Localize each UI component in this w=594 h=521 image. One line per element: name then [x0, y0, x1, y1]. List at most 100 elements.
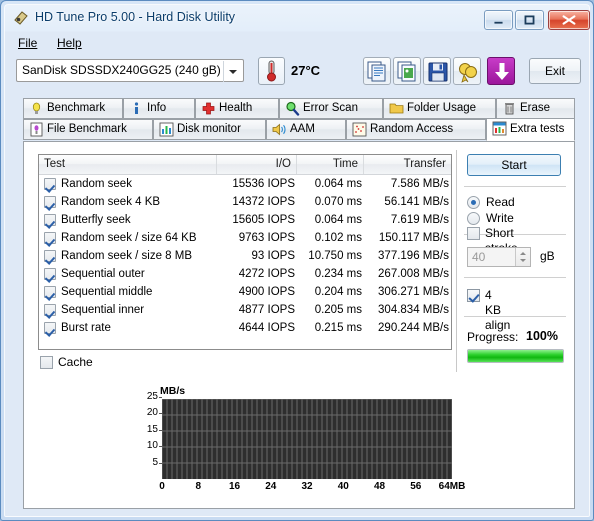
- title-bar[interactable]: HD Tune Pro 5.00 - Hard Disk Utility: [5, 5, 591, 31]
- radio-write[interactable]: [467, 212, 480, 225]
- chart-x-tick-label: 0: [159, 481, 165, 492]
- chart-y-tick-mark: [159, 446, 162, 448]
- red-cross-icon: [201, 101, 216, 116]
- bar-chart-icon: [159, 122, 174, 137]
- short-stroke-stepper[interactable]: 40: [467, 247, 531, 267]
- tab-random-access[interactable]: Random Access: [346, 119, 486, 140]
- copy-text-icon[interactable]: [363, 57, 391, 85]
- table-row[interactable]: Sequential inner 4877 IOPS 0.205 ms 304.834…: [39, 301, 451, 319]
- application-window: HD Tune Pro 5.00 - Hard Disk Utility Fil…: [0, 0, 594, 521]
- cell-io: 4644 IOPS: [238, 322, 295, 334]
- chart-y-tick-label: 25: [146, 391, 158, 402]
- tab-disk-monitor[interactable]: Disk monitor: [153, 119, 266, 140]
- row-checkbox[interactable]: [44, 304, 56, 316]
- stepper-down-icon[interactable]: [520, 259, 526, 262]
- exit-button[interactable]: Exit: [529, 58, 581, 84]
- chart-y-tick-label: 20: [146, 407, 158, 419]
- chart-x-tick-label: 56: [410, 481, 422, 492]
- hdtune-app-icon: [13, 10, 29, 26]
- row-checkbox[interactable]: [44, 232, 56, 244]
- align-checkbox[interactable]: [467, 289, 480, 302]
- row-checkbox[interactable]: [44, 250, 56, 262]
- cell-transfer: 56.141 MB/s: [384, 196, 449, 208]
- row-checkbox[interactable]: [44, 196, 56, 208]
- tab-extra-tests-label: Extra tests: [510, 123, 565, 135]
- short-stroke-checkbox[interactable]: [467, 227, 480, 240]
- radio-read[interactable]: [467, 196, 480, 209]
- maximize-button[interactable]: [515, 10, 544, 30]
- table-row[interactable]: Random seek 4 KB 14372 IOPS 0.070 ms 56.141…: [39, 193, 451, 211]
- cell-test: Burst rate: [61, 322, 111, 334]
- stepper-arrows[interactable]: [515, 248, 530, 266]
- cell-test: Random seek 4 KB: [61, 196, 161, 208]
- tab-health-label: Health: [219, 102, 253, 114]
- row-checkbox[interactable]: [44, 268, 56, 280]
- column-header-time[interactable]: Time: [297, 155, 364, 174]
- start-button[interactable]: Start: [467, 154, 561, 176]
- cache-checkbox[interactable]: [40, 356, 53, 369]
- minimize-button[interactable]: [484, 10, 513, 30]
- cell-io: 9763 IOPS: [238, 232, 295, 244]
- cache-label: Cache: [58, 355, 93, 369]
- chart-x-tick-label: 40: [337, 481, 349, 492]
- tab-aam[interactable]: AAM: [266, 119, 346, 140]
- column-header-io[interactable]: I/O: [217, 155, 297, 174]
- column-header-transfer[interactable]: Transfer: [364, 155, 451, 174]
- tab-benchmark[interactable]: Benchmark: [23, 98, 123, 119]
- drive-select[interactable]: SanDisk SDSSDX240GG25 (240 gB): [16, 59, 244, 82]
- table-row[interactable]: Sequential outer 4272 IOPS 0.234 ms 267.008…: [39, 265, 451, 283]
- trash-icon: [502, 101, 517, 116]
- progress-label: Progress:: [467, 330, 519, 344]
- cell-time: 0.234 ms: [314, 268, 362, 280]
- medal-icon[interactable]: [453, 57, 481, 85]
- chart-x-tick-label: 64MB: [438, 481, 466, 492]
- cell-time: 0.064 ms: [314, 214, 362, 226]
- tab-error-scan-label: Error Scan: [303, 102, 358, 114]
- row-checkbox[interactable]: [44, 286, 56, 298]
- tab-info-label: Info: [147, 102, 167, 114]
- download-arrow-icon[interactable]: [487, 57, 515, 85]
- table-row[interactable]: Sequential middle 4900 IOPS 0.204 ms 306.27…: [39, 283, 451, 301]
- cell-transfer: 150.117 MB/s: [378, 232, 449, 244]
- chevron-down-icon[interactable]: [223, 61, 242, 82]
- tab-info[interactable]: Info: [123, 98, 195, 119]
- chart-y-tick-mark: [159, 397, 162, 398]
- chart-y-tick-mark: [159, 413, 162, 415]
- tab-error-scan[interactable]: Error Scan: [279, 98, 383, 119]
- tab-extra-tests[interactable]: Extra tests: [486, 118, 575, 141]
- table-row[interactable]: Random seek / size 64 KB 9763 IOPS 0.102 m…: [39, 229, 451, 247]
- chart-x-tick-label: 32: [301, 481, 313, 492]
- chart-y-tick-mark: [159, 429, 162, 431]
- table-row[interactable]: Random seek 15536 IOPS 0.064 ms 7.586 MB/s: [39, 175, 451, 193]
- table-row[interactable]: Random seek / size 8 MB 93 IOPS 10.750 ms 3…: [39, 247, 451, 265]
- copy-image-icon[interactable]: [393, 57, 421, 85]
- tab-health[interactable]: Health: [195, 98, 279, 119]
- row-checkbox[interactable]: [44, 178, 56, 190]
- table-row[interactable]: Butterfly seek 15605 IOPS 0.064 ms 7.619 MB…: [39, 211, 451, 229]
- cell-io: 15536 IOPS: [232, 178, 295, 190]
- separator-1: [464, 186, 566, 187]
- table-row[interactable]: Burst rate 4644 IOPS 0.215 ms 290.244 MB/s: [39, 319, 451, 337]
- menu-file[interactable]: File: [11, 34, 44, 51]
- row-checkbox[interactable]: [44, 214, 56, 226]
- tab-erase[interactable]: Erase: [496, 98, 575, 119]
- transfer-rate-chart: MB/s 25 20 15 10 5 0 8 16 24 32 40 48 56 64MB: [136, 385, 476, 498]
- stepper-up-icon[interactable]: [520, 252, 526, 255]
- close-button[interactable]: [548, 10, 590, 30]
- floppy-disk-icon[interactable]: [423, 57, 451, 85]
- row-checkbox[interactable]: [44, 322, 56, 334]
- table-header-row: Test I/O Time Transfer: [39, 155, 451, 175]
- cache-checkbox-row[interactable]: Cache: [40, 355, 160, 371]
- results-table[interactable]: Test I/O Time Transfer Random seek 15536 …: [38, 154, 452, 350]
- chart-x-tick-label: 8: [195, 481, 202, 492]
- cell-test: Sequential inner: [61, 304, 145, 316]
- tab-folder-usage[interactable]: Folder Usage: [383, 98, 496, 119]
- info-icon: [129, 101, 144, 116]
- lightbulb-icon: [29, 101, 44, 116]
- column-header-test[interactable]: Test: [39, 155, 217, 174]
- menu-help[interactable]: Help: [50, 34, 89, 51]
- tab-file-benchmark[interactable]: File Benchmark: [23, 119, 153, 140]
- cell-io: 15605 IOPS: [232, 214, 295, 226]
- tab-benchmark-label: Benchmark: [47, 102, 106, 114]
- tab-random-access-label: Random Access: [370, 123, 454, 135]
